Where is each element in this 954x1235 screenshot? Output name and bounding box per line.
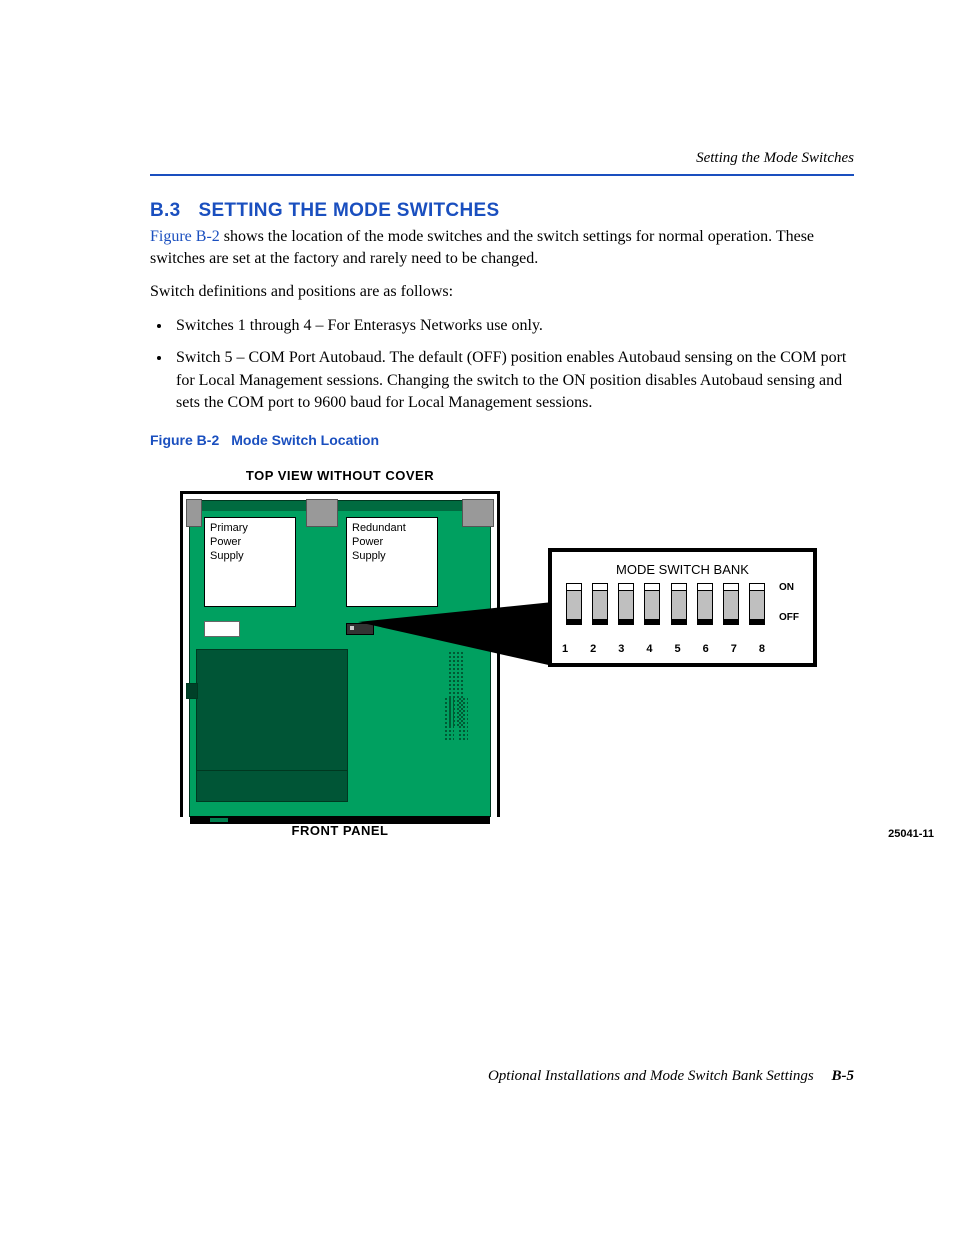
connector-tab <box>306 499 338 527</box>
dip-switch-8 <box>749 585 765 623</box>
figure-id: 25041-11 <box>888 828 934 840</box>
off-label: OFF <box>779 613 799 623</box>
detail-title: MODE SWITCH BANK <box>560 562 805 577</box>
dip-switch-5 <box>671 585 687 623</box>
figure-crossref-link[interactable]: Figure B-2 <box>150 228 220 245</box>
figure-number: Figure B-2 <box>150 432 219 448</box>
connector-tab <box>186 499 202 527</box>
component-block <box>196 649 348 771</box>
figure-caption: Figure B-2 Mode Switch Location <box>150 432 854 448</box>
connector-tab <box>462 499 494 527</box>
intro-rest: shows the location of the mode switches … <box>150 228 814 267</box>
definitions-paragraph: Switch definitions and positions are as … <box>150 281 854 303</box>
dip-switch-row: ON OFF <box>566 585 799 633</box>
primary-psu-label: Primary Power Supply <box>210 522 248 562</box>
dip-num: 1 <box>562 643 568 655</box>
dip-num: 3 <box>618 643 624 655</box>
list-item: Switches 1 through 4 – For Enterasys Net… <box>172 315 854 337</box>
dip-switch-4 <box>644 585 660 623</box>
dip-state-labels: ON OFF <box>779 583 799 643</box>
page-number: B-5 <box>832 1068 855 1084</box>
redundant-psu-label: Redundant Power Supply <box>352 522 406 562</box>
dip-switch-2 <box>592 585 608 623</box>
figure-bottom-label: FRONT PANEL <box>180 823 500 838</box>
section-title-text: SETTING THE MODE SWITCHES <box>198 200 499 221</box>
dip-num: 5 <box>675 643 681 655</box>
figure: TOP VIEW WITHOUT COVER Primary Power Sup… <box>180 468 854 838</box>
dip-switch-1 <box>566 585 582 623</box>
dip-num: 8 <box>759 643 765 655</box>
dip-switch-7 <box>723 585 739 623</box>
intro-paragraph: Figure B-2 shows the location of the mod… <box>150 226 854 269</box>
page-footer: Optional Installations and Mode Switch B… <box>150 1068 854 1085</box>
dip-num: 4 <box>646 643 652 655</box>
dip-switch-6 <box>697 585 713 623</box>
pin-header <box>458 697 468 741</box>
figure-top-label: TOP VIEW WITHOUT COVER <box>180 468 500 483</box>
pcb-top-strip <box>190 501 490 511</box>
primary-psu-box: Primary Power Supply <box>204 517 296 607</box>
pin-header <box>444 697 454 741</box>
mode-switch-detail: MODE SWITCH BANK ON OFF <box>548 548 817 667</box>
redundant-psu-box: Redundant Power Supply <box>346 517 438 607</box>
running-header: Setting the Mode Switches <box>696 150 854 167</box>
bullet-list: Switches 1 through 4 – For Enterasys Net… <box>172 315 854 415</box>
figure-title: Mode Switch Location <box>231 432 379 448</box>
front-panel-base <box>190 816 490 824</box>
dip-num: 7 <box>731 643 737 655</box>
dip-switch-3 <box>618 585 634 623</box>
dip-numbers: 1 2 3 4 5 6 7 8 <box>562 643 765 655</box>
header-rule <box>150 174 854 176</box>
component-block <box>196 770 348 802</box>
dip-num: 2 <box>590 643 596 655</box>
section-heading: B.3 SETTING THE MODE SWITCHES <box>150 200 854 222</box>
component <box>204 621 240 637</box>
component <box>186 683 198 699</box>
on-label: ON <box>779 583 799 593</box>
section-number: B.3 <box>150 200 180 221</box>
list-item: Switch 5 – COM Port Autobaud. The defaul… <box>172 347 854 414</box>
board-diagram: Primary Power Supply Redundant Power Sup… <box>180 491 500 817</box>
dip-num: 6 <box>703 643 709 655</box>
footer-title: Optional Installations and Mode Switch B… <box>488 1068 814 1084</box>
